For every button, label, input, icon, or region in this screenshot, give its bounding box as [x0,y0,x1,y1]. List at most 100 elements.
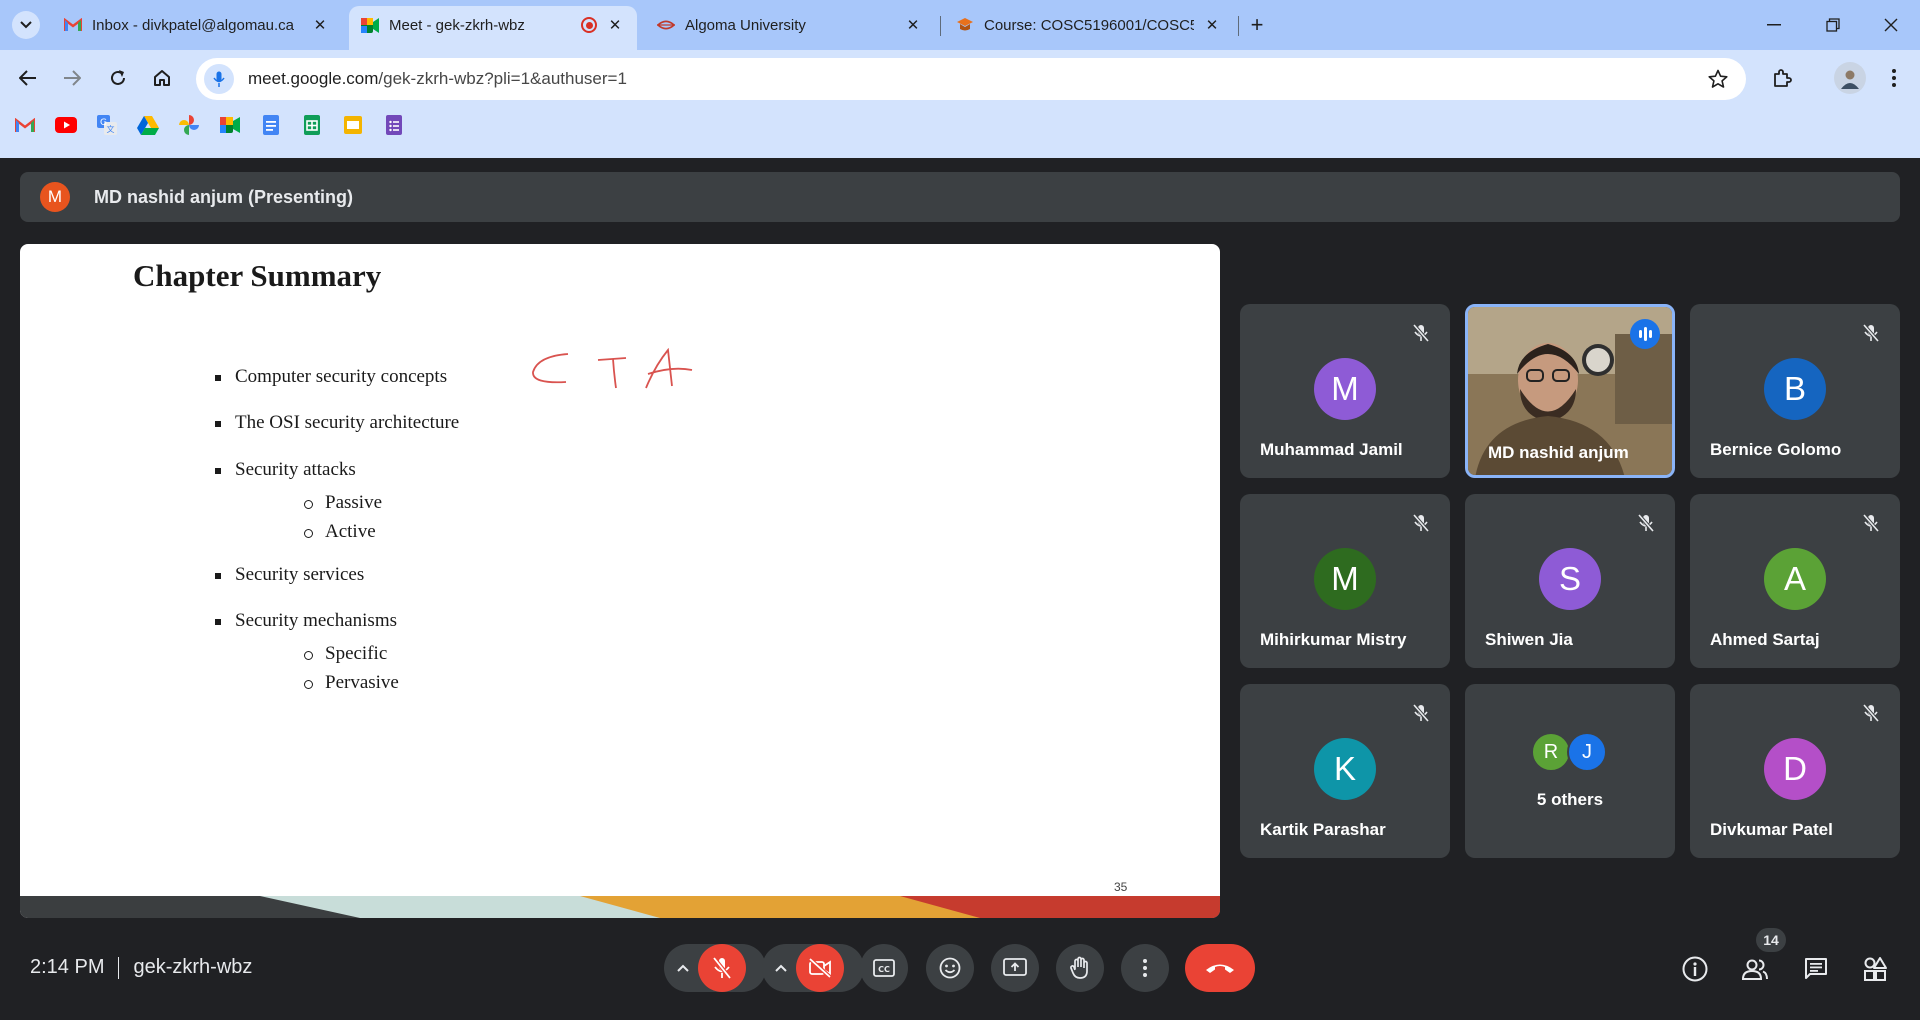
reactions-button[interactable] [926,944,974,992]
slide-item: Security attacks [235,459,356,480]
slide-item: The OSI security architecture [235,412,460,433]
mic-off-icon [1410,702,1432,724]
tab-course[interactable]: Course: COSC5196001/COSC51 ✕ [944,6,1234,44]
tab-algoma[interactable]: Algoma University ✕ [645,6,935,44]
tab-search-button[interactable] [12,11,40,39]
back-icon[interactable] [14,64,42,92]
bullet-icon [215,375,221,381]
tab-strip: Inbox - divkpatel@algomau.ca ✕ Meet - ge… [0,0,1920,50]
participant-name: Mihirkumar Mistry [1260,630,1407,649]
tab-title: Meet - gek-zkrh-wbz [389,16,525,34]
divider [118,956,120,979]
handwritten-annotation [532,348,693,389]
tab-title: Course: COSC5196001/COSC51 [984,16,1194,34]
presentation-slide[interactable]: Chapter Summary Computer security concep… [20,244,1220,918]
participant-name: Kartik Parashar [1260,820,1386,839]
mic-off-icon [1860,702,1882,724]
camera-off-icon [808,958,832,978]
people-button[interactable] [1738,952,1772,986]
avatar: J [1567,732,1607,772]
present-screen-button[interactable] [991,944,1039,992]
tab-inbox[interactable]: Inbox - divkpatel@algomau.ca ✕ [52,6,342,44]
participant-tile[interactable]: M Muhammad Jamil [1240,304,1450,478]
slide-title: Chapter Summary [133,258,382,293]
forward-icon[interactable] [58,64,86,92]
participant-tile-presenter[interactable]: MD nashid anjum [1465,304,1675,478]
participant-tile[interactable]: K Kartik Parashar [1240,684,1450,858]
microphone-icon[interactable] [204,64,234,94]
others-avatars: R J [1531,732,1607,772]
slide-subitem: Passive [325,492,382,513]
participant-name: MD nashid anjum [1488,443,1629,462]
photos-icon[interactable] [176,114,202,136]
youtube-icon[interactable] [53,114,79,136]
mic-off-icon [1635,512,1657,534]
participant-count-badge: 14 [1756,928,1786,952]
chevron-up-icon[interactable] [672,956,694,980]
home-icon[interactable] [148,64,176,92]
bookmarks-bar: G文 [12,114,407,138]
participant-tile[interactable]: S Shiwen Jia [1465,494,1675,668]
avatar: K [1314,738,1376,800]
participant-tile[interactable]: M Mihirkumar Mistry [1240,494,1450,668]
close-icon[interactable]: ✕ [1202,15,1222,35]
slide-page-number: 35 [1114,880,1128,894]
slides-icon[interactable] [340,114,366,136]
tab-separator [1238,16,1239,36]
chevron-up-icon[interactable] [770,956,792,980]
new-tab-button[interactable]: + [1244,12,1270,38]
participant-tile[interactable]: B Bernice Golomo [1690,304,1900,478]
meet-icon[interactable] [217,114,243,136]
address-bar[interactable]: meet.google.com/gek-zkrh-wbz?pli=1&authu… [196,58,1746,100]
drive-icon[interactable] [135,114,161,136]
avatar: M [40,182,70,212]
slide-subitem: Pervasive [325,672,399,693]
bullet-icon [215,421,221,427]
avatar: A [1764,548,1826,610]
participant-tile[interactable]: A Ahmed Sartaj [1690,494,1900,668]
raise-hand-button[interactable] [1056,944,1104,992]
bullet-icon [215,468,221,474]
gmail-icon[interactable] [12,114,38,136]
reload-icon[interactable] [104,64,132,92]
bookmark-star-icon[interactable] [1706,67,1730,91]
translate-icon[interactable]: G文 [94,114,120,136]
participant-tile-others[interactable]: R J 5 others [1465,684,1675,858]
minimize-icon[interactable] [1761,12,1787,38]
close-icon[interactable]: ✕ [903,15,923,35]
extensions-icon[interactable] [1768,64,1796,92]
sheets-icon[interactable] [299,114,325,136]
restore-icon[interactable] [1820,12,1846,38]
sub-bullet-icon [304,680,313,689]
people-icon [1741,959,1768,980]
close-icon[interactable]: ✕ [310,15,330,35]
activities-button[interactable] [1858,952,1892,986]
captions-icon: CC [873,959,895,977]
tab-meet[interactable]: Meet - gek-zkrh-wbz ✕ [349,6,637,50]
meeting-details-button[interactable] [1678,952,1712,986]
camera-toggle-button[interactable] [796,944,844,992]
captions-button[interactable]: CC [860,944,908,992]
close-window-icon[interactable] [1878,12,1904,38]
chat-button[interactable] [1799,952,1833,986]
mic-toggle-button[interactable] [698,944,746,992]
avatar: S [1539,548,1601,610]
docs-icon[interactable] [258,114,284,136]
slide-footer-decoration [20,896,1220,918]
meet-icon [361,16,379,34]
forms-icon[interactable] [381,114,407,136]
algoma-icon [657,16,675,34]
more-options-button[interactable] [1121,944,1169,992]
mic-off-icon [1860,512,1882,534]
participant-tile[interactable]: D Divkumar Patel [1690,684,1900,858]
presenter-bar: M MD nashid anjum (Presenting) [20,172,1900,222]
leave-call-button[interactable] [1185,944,1255,992]
sub-bullet-icon [304,651,313,660]
meeting-code: gek-zkrh-wbz [133,956,253,978]
mic-off-icon [1410,322,1432,344]
more-menu-icon[interactable] [1880,64,1908,92]
avatar: B [1764,358,1826,420]
close-icon[interactable]: ✕ [605,15,625,35]
profile-avatar[interactable] [1834,62,1866,94]
presenter-label: MD nashid anjum (Presenting) [94,186,354,207]
